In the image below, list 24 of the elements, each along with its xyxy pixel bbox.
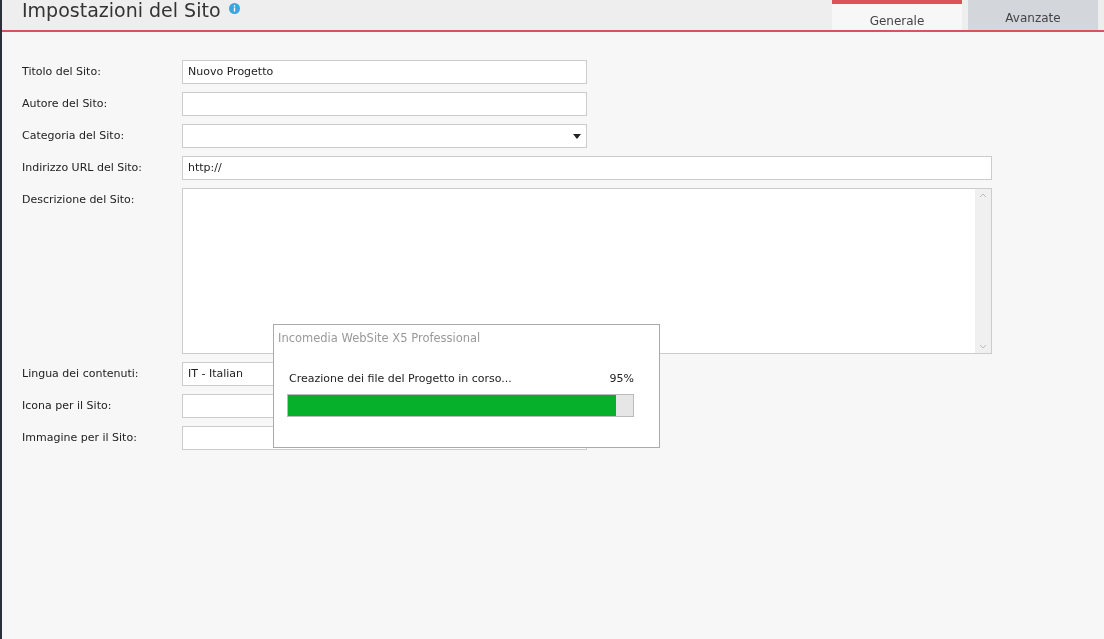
input-field[interactable] <box>182 92 587 116</box>
field-label: Immagine per il Sito: <box>22 430 138 446</box>
tab[interactable]: Generale <box>832 0 962 30</box>
scroll-down-icon[interactable] <box>979 344 987 349</box>
tab[interactable]: Avanzate <box>968 0 1098 30</box>
caret-icon <box>573 133 581 139</box>
field-label: Icona per il Sito: <box>22 398 113 414</box>
textarea-field[interactable] <box>182 188 992 354</box>
page-title: Impostazioni del Sito <box>22 1 221 20</box>
field-label: Autore del Sito: <box>22 96 109 112</box>
field-label: Lingua dei contenuti: <box>22 366 140 382</box>
dropdown-field[interactable] <box>182 124 587 148</box>
info-icon[interactable] <box>228 3 240 14</box>
field-label: Descrizione del Sito: <box>22 192 136 208</box>
scrollbar[interactable] <box>975 189 991 353</box>
input-field[interactable]: http:// <box>182 156 992 180</box>
progress-percent: 95% <box>609 371 634 388</box>
progress-message: Creazione dei file del Progetto in corso... <box>289 371 512 388</box>
field-label: Indirizzo URL del Sito: <box>22 160 144 176</box>
field-label: Categoria del Sito: <box>22 128 126 144</box>
input-field[interactable]: Nuovo Progetto <box>182 60 587 84</box>
scroll-up-icon[interactable] <box>979 193 987 198</box>
dialog-title: Incomedia WebSite X5 Professional <box>278 330 482 347</box>
field-label: Titolo del Sito: <box>22 64 102 80</box>
